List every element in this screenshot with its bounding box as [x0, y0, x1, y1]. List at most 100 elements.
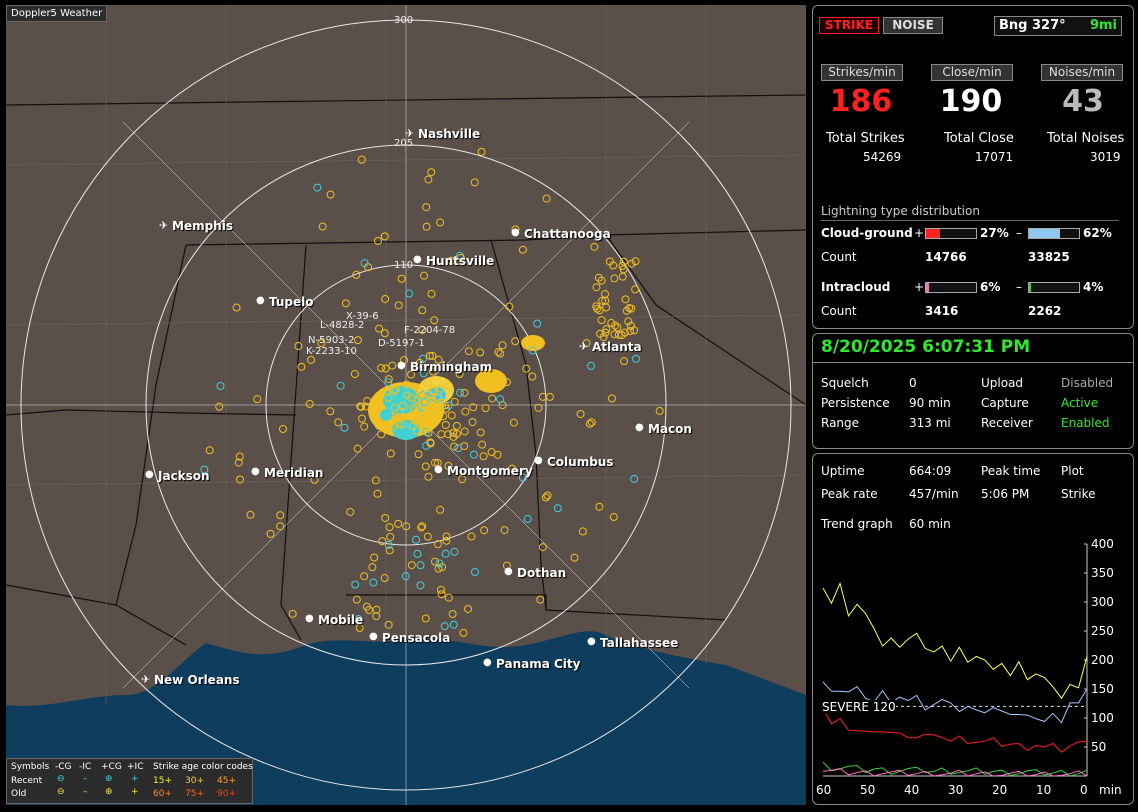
setting-cell: Receiver	[981, 416, 1033, 430]
strike-marker	[511, 337, 520, 346]
strike-marker	[618, 272, 627, 281]
strike-marker	[412, 535, 421, 544]
strike-marker	[357, 155, 366, 164]
legend-neg-cg-header: -CG	[55, 762, 72, 772]
strike-marker	[368, 563, 377, 572]
noise-button[interactable]: NOISE	[883, 17, 943, 34]
legend-pos-ic-header: +IC	[127, 762, 144, 772]
strike-marker	[578, 527, 587, 536]
setting-cell[interactable]: Disabled	[1061, 376, 1113, 390]
strike-marker	[496, 395, 505, 404]
city-dot-icon: ●	[504, 566, 513, 577]
strikes-per-min-label: Strikes/min	[821, 64, 903, 81]
cg-negative-bar	[1028, 228, 1080, 239]
strike-marker	[441, 549, 450, 558]
strike-marker	[436, 505, 445, 514]
strike-marker	[476, 428, 485, 437]
city-label: Tallahassee	[600, 636, 679, 650]
strike-marker	[496, 349, 505, 358]
uptime-label: Uptime	[821, 464, 865, 478]
city-label: Tupelo	[269, 295, 314, 309]
strike-marker	[437, 430, 446, 439]
strike-marker	[215, 402, 224, 411]
total-strikes-value: 54269	[863, 150, 902, 164]
city-label: Huntsville	[426, 254, 495, 268]
strike-marker	[536, 595, 545, 604]
noises-per-min-label: Noises/min	[1041, 64, 1123, 81]
cloud-ground-label: Cloud-ground	[821, 226, 913, 240]
city-dot-icon: ●	[483, 657, 492, 668]
peak-rate-value: 457/min	[909, 487, 959, 501]
city-label: Memphis	[172, 219, 233, 233]
peak-time-value: 5:06 PM	[981, 487, 1030, 501]
ic-positive-bar	[925, 282, 977, 293]
strike-marker	[421, 614, 430, 623]
ic-negative-pct: 4%	[1083, 280, 1104, 294]
x-tick-label: 30	[948, 783, 963, 797]
strike-marker	[470, 178, 479, 187]
trend-value[interactable]: 60 min	[909, 517, 951, 531]
strike-marker	[627, 259, 636, 268]
strike-marker	[373, 489, 382, 498]
legend-pos-cg-header: +CG	[101, 762, 122, 772]
strike-button[interactable]: STRIKE	[819, 17, 879, 34]
strike-marker	[373, 236, 382, 245]
strike-marker	[216, 381, 225, 390]
strike-marker	[444, 430, 453, 439]
strike-marker	[430, 316, 439, 325]
cg-negative-count: 33825	[1028, 250, 1070, 264]
strike-marker	[595, 502, 604, 511]
strike-marker	[442, 536, 451, 545]
strike-marker	[543, 491, 552, 500]
strike-marker	[386, 449, 395, 458]
city-dot-icon: ●	[397, 360, 406, 371]
plot-value[interactable]: Strike	[1061, 487, 1096, 501]
strike-marker	[385, 523, 394, 532]
strike-marker	[307, 355, 316, 364]
strike-marker	[655, 406, 664, 415]
strike-marker	[378, 537, 387, 546]
strike-marker	[360, 422, 369, 431]
strike-marker	[431, 557, 440, 566]
cg-positive-bar-fill	[926, 229, 940, 238]
strike-marker	[436, 218, 445, 227]
strike-marker	[541, 493, 550, 502]
strike-marker	[461, 407, 470, 416]
setting-cell[interactable]: Active	[1061, 396, 1098, 410]
strike-marker	[305, 399, 314, 408]
city-label: Chattanooga	[524, 227, 611, 241]
strike-marker	[414, 450, 423, 459]
strike-marker	[587, 418, 596, 427]
legend-recent-neg-cg-icon: ⊖	[57, 774, 65, 784]
strike-marker	[448, 610, 457, 619]
ic-negative-bar	[1028, 282, 1080, 293]
city-dot-icon: ●	[369, 631, 378, 642]
strike-marker	[631, 285, 640, 294]
strike-marker	[464, 604, 473, 613]
strike-stats-panel: STRIKE NOISE Bng 327° 9mi Strikes/min Cl…	[812, 5, 1134, 329]
lightning-map[interactable]: Doppler5 Weather 300 205 110 ✈ Nashville ✈…	[6, 5, 806, 805]
strike-marker	[405, 289, 414, 298]
distance-value: 9mi	[1089, 18, 1117, 33]
cg-plus-sign: +	[914, 226, 925, 240]
city-dot-icon: ●	[256, 295, 265, 306]
city-label: Nashville	[418, 127, 481, 141]
strike-marker	[253, 395, 262, 404]
total-noises-value: 3019	[1090, 150, 1121, 164]
legend-old-code-1: 60+	[153, 789, 172, 799]
strike-cluster	[380, 409, 392, 421]
strike-marker	[407, 561, 416, 570]
legend-old-neg-cg-icon: ⊖	[57, 787, 65, 797]
storm-cell-label: K-2233-10	[306, 346, 357, 357]
strike-marker	[424, 472, 433, 481]
strike-marker	[440, 622, 449, 631]
map-canvas	[6, 5, 806, 805]
strike-marker	[318, 222, 327, 231]
strike-marker	[232, 303, 241, 312]
ring-label-300: 300	[394, 15, 414, 26]
setting-cell[interactable]: Enabled	[1061, 416, 1110, 430]
strike-marker	[334, 418, 343, 427]
city-label: Macon	[648, 422, 692, 436]
strike-marker	[388, 361, 397, 370]
city-dot-icon: ●	[413, 254, 422, 265]
